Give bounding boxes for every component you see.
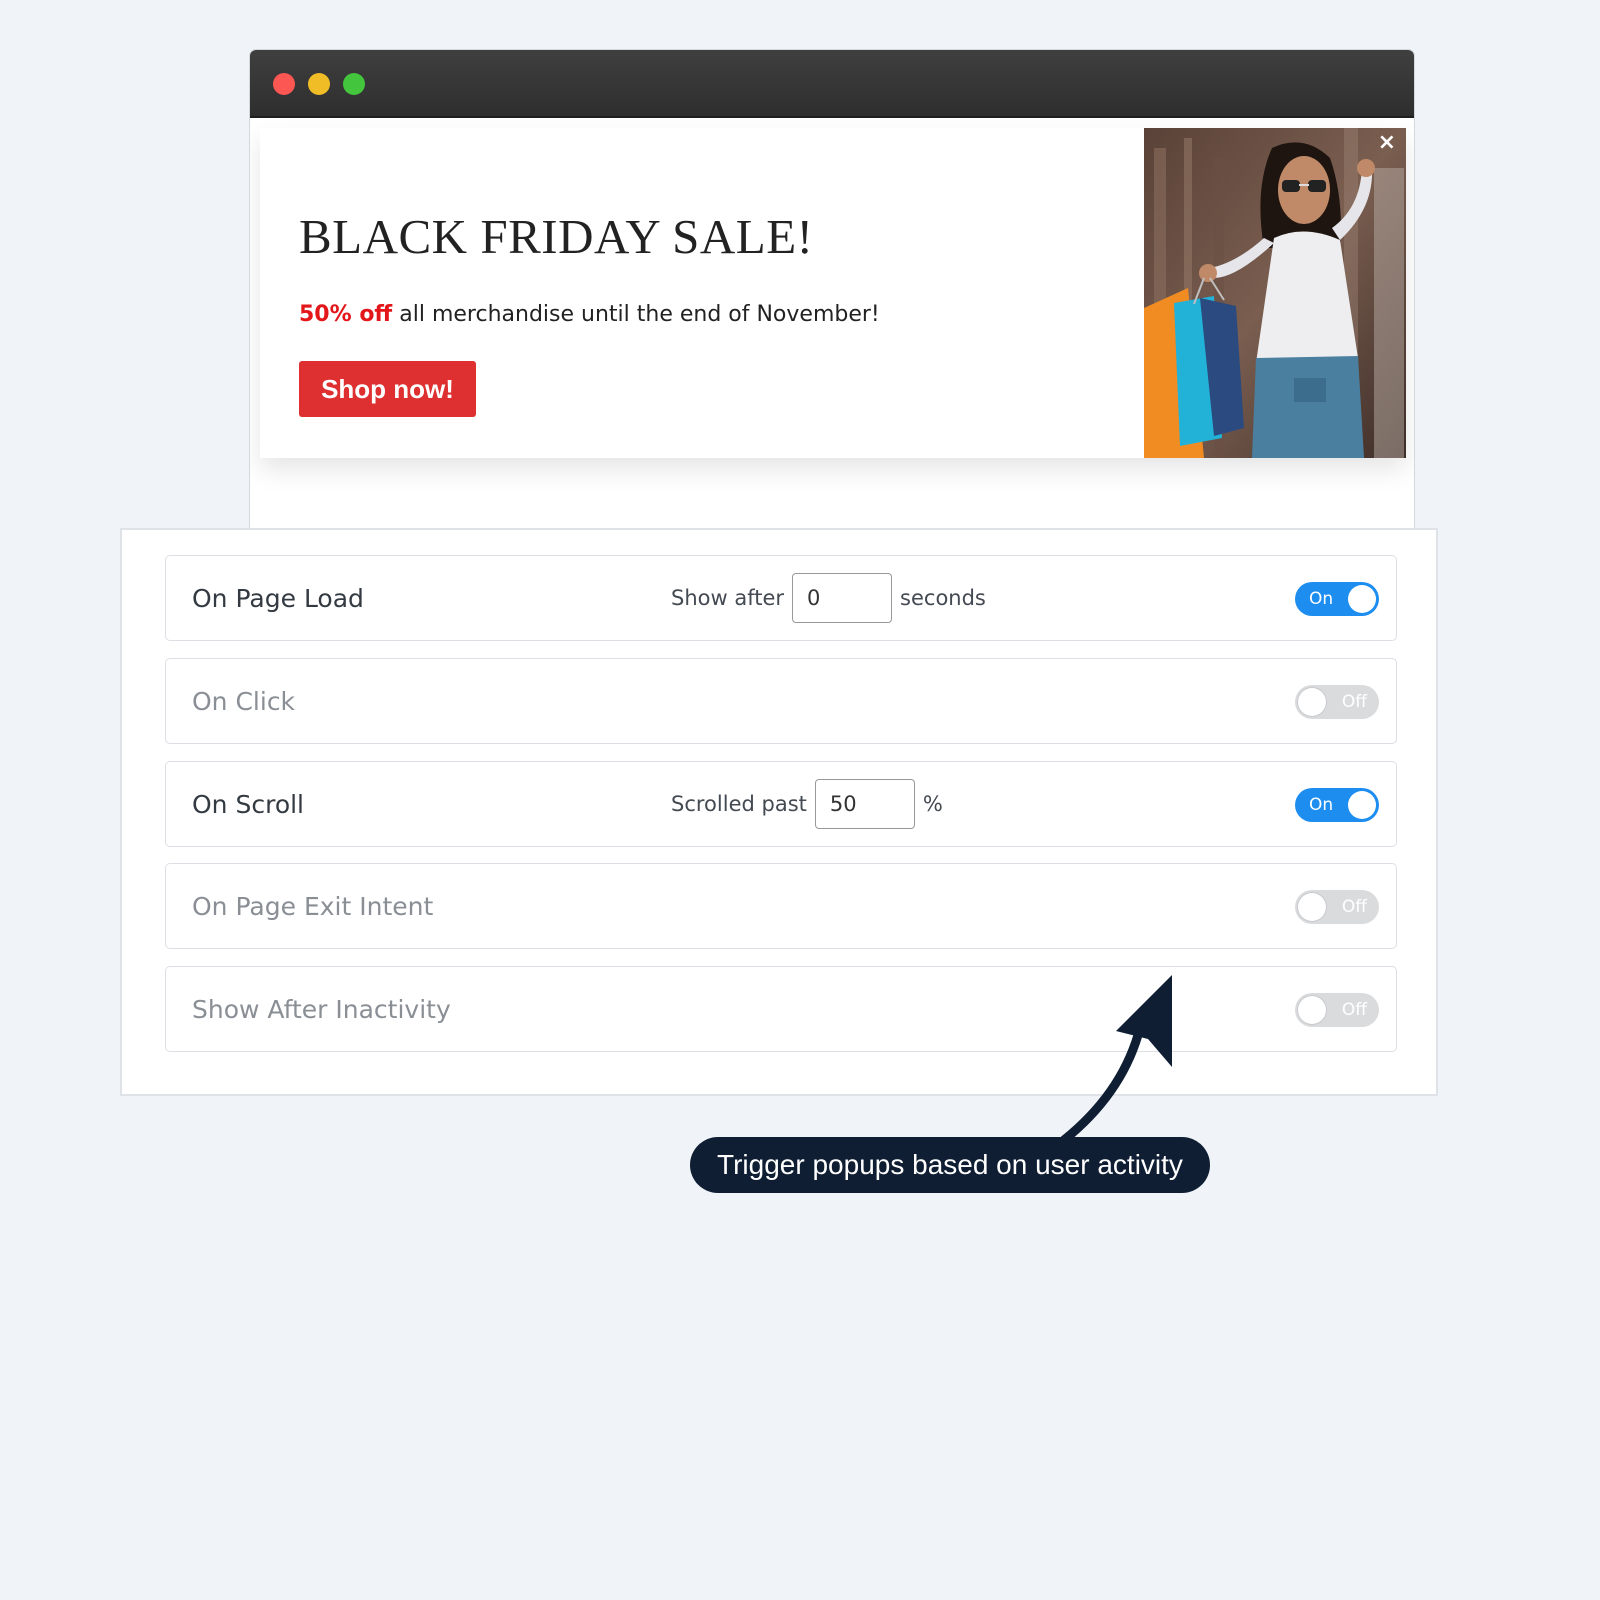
trigger-row-page-load: On Page Load Show after seconds On (165, 555, 1397, 641)
trigger-label: On Scroll (192, 790, 304, 819)
delay-setting: Show after seconds (671, 572, 986, 624)
delay-prefix: Show after (671, 586, 785, 610)
minimize-window-dot[interactable] (308, 73, 330, 95)
maximize-window-dot[interactable] (343, 73, 365, 95)
delay-seconds-input[interactable] (792, 573, 893, 623)
annotation-callout: Trigger popups based on user activity (690, 1137, 1210, 1193)
popup-message-text: all merchandise until the end of Novembe… (392, 302, 880, 327)
close-icon[interactable]: × (1378, 132, 1396, 154)
toggle-state-label: Off (1341, 692, 1367, 712)
scroll-percent-input[interactable] (814, 779, 915, 829)
popup-message: 50% off all merchandise until the end of… (299, 302, 880, 327)
delay-suffix: seconds (900, 586, 986, 610)
trigger-label: Show After Inactivity (192, 995, 451, 1024)
inactivity-toggle[interactable]: Off (1295, 993, 1379, 1027)
discount-highlight: 50% off (299, 302, 393, 327)
sale-popup: BLACK FRIDAY SALE! 50% off all merchandi… (260, 128, 1406, 458)
toggle-knob (1348, 791, 1376, 819)
click-toggle[interactable]: Off (1295, 685, 1379, 719)
trigger-row-inactivity: Show After Inactivity Off (165, 966, 1397, 1052)
trigger-label: On Page Load (192, 584, 364, 613)
browser-title-bar (250, 50, 1414, 118)
scroll-suffix: % (922, 792, 943, 816)
browser-window: BLACK FRIDAY SALE! 50% off all merchandi… (250, 50, 1414, 530)
toggle-knob (1298, 893, 1326, 921)
toggle-state-label: On (1309, 795, 1334, 815)
toggle-knob (1348, 585, 1376, 613)
trigger-row-click: On Click Off (165, 658, 1397, 744)
scroll-toggle[interactable]: On (1295, 788, 1379, 822)
toggle-knob (1298, 688, 1326, 716)
page-load-toggle[interactable]: On (1295, 582, 1379, 616)
trigger-label: On Page Exit Intent (192, 892, 434, 921)
scroll-setting: Scrolled past % (671, 778, 943, 830)
toggle-knob (1298, 996, 1326, 1024)
trigger-label: On Click (192, 687, 296, 716)
trigger-row-scroll: On Scroll Scrolled past % On (165, 761, 1397, 847)
annotation-arrow-icon (1059, 975, 1172, 1145)
scroll-prefix: Scrolled past (671, 792, 807, 816)
toggle-state-label: Off (1341, 1000, 1367, 1020)
shopper-photo: × (1144, 128, 1406, 458)
toggle-state-label: On (1309, 589, 1334, 609)
exit-intent-toggle[interactable]: Off (1295, 890, 1379, 924)
shop-now-button[interactable]: Shop now! (299, 361, 476, 417)
trigger-row-exit-intent: On Page Exit Intent Off (165, 863, 1397, 949)
toggle-state-label: Off (1341, 897, 1367, 917)
close-window-dot[interactable] (273, 73, 295, 95)
trigger-settings-panel: On Page Load Show after seconds On On Cl… (120, 528, 1438, 1096)
popup-title: BLACK FRIDAY SALE! (299, 209, 814, 264)
